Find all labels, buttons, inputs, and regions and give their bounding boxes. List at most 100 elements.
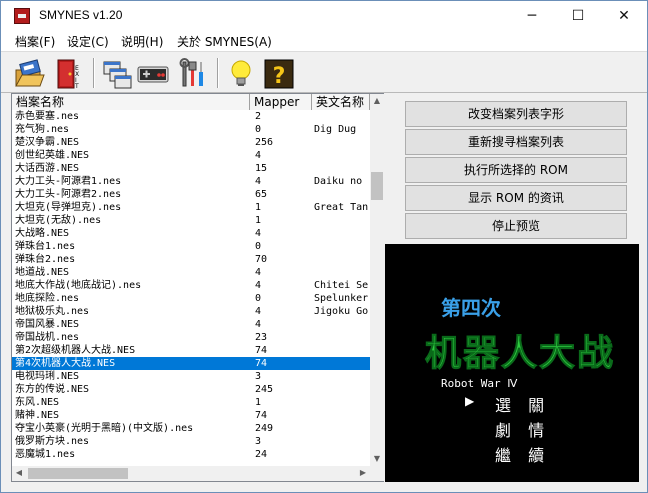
row-mapper: 0 [255,241,262,252]
row-english-name [314,435,370,448]
horizontal-scrollbar[interactable]: ◀ ▶ [12,466,370,481]
table-row[interactable]: 弹珠台2.nes 70 [12,253,370,266]
rom-list[interactable]: 档案名称 Mapper 英文名称 赤色要塞.nes 2 充气狗.nes 0 Dig Du… [11,93,384,482]
scrollbar-corner [370,466,384,481]
window-title: SMYNES v1.20 [39,8,123,22]
table-row[interactable]: 夺宝小英豪(光明于黑暗)(中文版).nes 249 [12,422,370,435]
table-row[interactable]: 大力工头-阿源君2.nes 65 [12,188,370,201]
app-window: SMYNES v1.20 ─ ☐ ✕ 档案(F) 设定(C) 说明(H) 关於 … [0,0,648,493]
row-filename: 地狱极乐丸.nes [15,306,90,317]
lightbulb-icon[interactable] [225,58,257,90]
app-icon[interactable] [14,8,30,24]
change-font-button[interactable]: 改变档案列表字形 [405,101,627,127]
open-rom-icon[interactable] [13,58,45,90]
menu-about[interactable]: 关於 SMYNES(A) [177,33,272,50]
scroll-left-icon[interactable]: ◀ [12,466,26,480]
row-mapper: 70 [255,254,268,265]
table-row[interactable]: 东方的传说.NES 245 [12,383,370,396]
row-english-name [314,227,370,240]
table-row[interactable]: 楚汉争霸.NES 256 [12,136,370,149]
scroll-up-icon[interactable]: ▲ [370,94,384,108]
row-english-name [314,448,370,461]
table-row[interactable]: 第4次机器人大战.NES 74 [12,357,370,370]
row-mapper: 24 [255,449,268,460]
run-rom-button[interactable]: 执行所选择的 ROM [405,157,627,183]
table-row[interactable]: 地底探险.nes 0 Spelunker [12,292,370,305]
table-row[interactable]: 充气狗.nes 0 Dig Dug [12,123,370,136]
table-row[interactable]: 第2次超级机器人大战.NES 74 [12,344,370,357]
window-icon[interactable] [101,58,133,90]
row-filename: 充气狗.nes [15,124,70,135]
row-mapper: 4 [255,267,262,278]
column-header-english-name[interactable]: 英文名称 [312,94,370,110]
rom-info-button[interactable]: 显示 ROM 的资讯 [405,185,627,211]
maximize-button[interactable]: ☐ [555,1,601,31]
table-row[interactable]: 弹珠台1.nes 0 [12,240,370,253]
row-mapper: 4 [255,228,262,239]
row-filename: 大坦克(无敌).nes [15,215,102,226]
minimize-button[interactable]: ─ [509,1,555,31]
table-row[interactable]: 赤色要塞.nes 2 [12,110,370,123]
table-row[interactable]: 大坦克(无敌).nes 1 [12,214,370,227]
table-row[interactable]: 大战略.NES 4 [12,227,370,240]
row-filename: 夺宝小英豪(光明于黑暗)(中文版).nes [15,423,194,434]
table-row[interactable]: 大话西游.NES 15 [12,162,370,175]
vertical-scroll-thumb[interactable] [371,172,383,200]
row-filename: 赌神.NES [15,410,60,421]
row-filename: 地底大作战(地底战记).nes [15,280,142,291]
table-row[interactable]: 地狱极乐丸.nes 4 Jigoku Go [12,305,370,318]
close-button[interactable]: ✕ [601,1,647,31]
row-english-name [314,240,370,253]
table-row[interactable]: 地道战.NES 4 [12,266,370,279]
row-filename: 赤色要塞.nes [15,111,80,122]
row-mapper: 23 [255,332,268,343]
gamepad-icon[interactable] [137,58,169,90]
menu-settings[interactable]: 设定(C) [67,33,109,50]
svg-text:?: ? [273,64,286,89]
table-row[interactable]: 东风.NES 1 [12,396,370,409]
scroll-right-icon[interactable]: ▶ [356,466,370,480]
row-mapper: 245 [255,384,274,395]
help-icon[interactable]: ? [263,58,295,90]
menu-file[interactable]: 档案(F) [15,33,55,50]
row-filename: 弹珠台1.nes [15,241,76,252]
table-row[interactable]: 帝国风暴.NES 4 [12,318,370,331]
table-row[interactable]: 恶魔城1.nes 24 [12,448,370,461]
row-english-name [314,136,370,149]
scroll-down-icon[interactable]: ▼ [370,452,384,466]
table-row[interactable]: 大坦克(导弹坦克).nes 1 Great Tan [12,201,370,214]
row-english-name [314,214,370,227]
table-row[interactable]: 赌神.NES 74 [12,409,370,422]
table-row[interactable]: 帝国战机.nes 23 [12,331,370,344]
rescan-list-button[interactable]: 重新搜寻档案列表 [405,129,627,155]
row-english-name [314,344,370,357]
exit-icon[interactable]: E X I T [53,58,85,90]
row-mapper: 65 [255,189,268,200]
list-rows: 赤色要塞.nes 2 充气狗.nes 0 Dig Dug 楚汉争霸.NES 256 创世纪英雄… [12,110,370,466]
row-mapper: 0 [255,293,262,304]
title-bar[interactable]: SMYNES v1.20 ─ ☐ ✕ [1,1,647,31]
column-header-filename[interactable]: 档案名称 [12,94,250,110]
row-mapper: 4 [255,306,262,317]
column-header-mapper[interactable]: Mapper [250,94,312,110]
row-mapper: 3 [255,371,262,382]
preview-menu-item: 劇 情 [495,421,551,440]
table-row[interactable]: 电视玛琍.NES 3 [12,370,370,383]
row-filename: 大坦克(导弹坦克).nes [15,202,122,213]
tools-icon[interactable] [177,58,209,90]
table-row[interactable]: 地底大作战(地底战记).nes 4 Chitei Se [12,279,370,292]
vertical-scrollbar[interactable]: ▲ ▼ [370,94,384,466]
table-row[interactable]: 创世纪英雄.NES 4 [12,149,370,162]
row-filename: 俄罗斯方块.nes [15,436,90,447]
row-filename: 第4次机器人大战.NES [15,358,116,369]
menu-help[interactable]: 说明(H) [121,33,163,50]
row-filename: 弹珠台2.nes [15,254,76,265]
preview-cursor-icon: ▶ [465,394,475,408]
svg-text:T: T [74,83,79,90]
horizontal-scroll-thumb[interactable] [28,468,128,479]
row-english-name: Great Tan [314,202,369,213]
table-row[interactable]: 俄罗斯方块.nes 3 [12,435,370,448]
table-row[interactable]: 大力工头-阿源君1.nes 4 Daiku no [12,175,370,188]
stop-preview-button[interactable]: 停止预览 [405,213,627,239]
preview-title-line1: 第四次 [441,296,501,320]
